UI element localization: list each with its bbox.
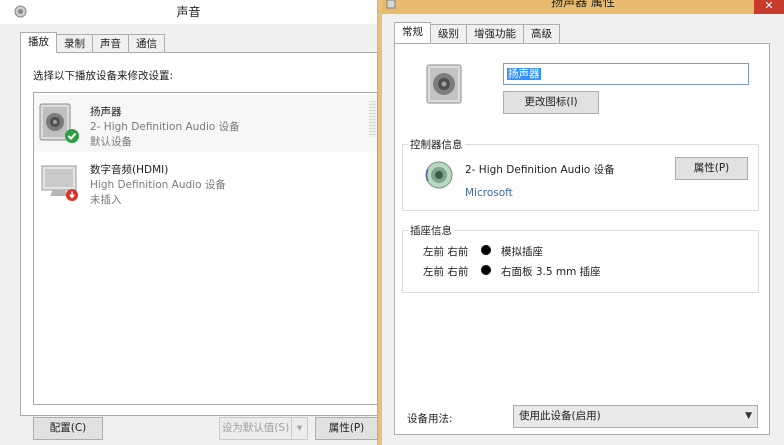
speaker-default-check-icon bbox=[39, 103, 79, 143]
set-default-dropdown-button[interactable]: ▾ bbox=[291, 417, 308, 440]
chevron-down-icon: ▾ bbox=[296, 422, 303, 434]
device-name-value: 扬声器 bbox=[507, 68, 541, 80]
jack-info-group: 插座信息 bbox=[402, 223, 759, 293]
monitor-unplugged-icon bbox=[41, 165, 78, 201]
properties-button[interactable]: 属性(P) bbox=[315, 417, 378, 440]
controller-name: 2- High Definition Audio 设备 bbox=[465, 164, 615, 176]
device-name: 数字音频(HDMI) bbox=[90, 164, 169, 176]
device-name-field[interactable]: 扬声器 bbox=[503, 63, 749, 85]
device-usage-label: 设备用法: bbox=[407, 413, 453, 425]
device-usage-value: 使用此设备(启用) bbox=[519, 410, 601, 422]
jack-position: 左前 右前 bbox=[423, 246, 469, 258]
chevron-down-icon: ▼ bbox=[745, 411, 752, 421]
device-status: 未插入 bbox=[90, 194, 122, 206]
group-title: 控制器信息 bbox=[408, 137, 465, 152]
change-icon-button[interactable]: 更改图标(I) bbox=[503, 91, 599, 114]
window-title: 声音 bbox=[176, 5, 201, 19]
controller-vendor: Microsoft bbox=[465, 187, 513, 199]
window-title: 扬声器 属性 bbox=[551, 0, 615, 9]
group-title: 插座信息 bbox=[408, 223, 454, 238]
close-button[interactable]: ✕ bbox=[754, 0, 784, 14]
device-name: 扬声器 bbox=[90, 106, 122, 118]
jack-dot-icon bbox=[481, 245, 491, 255]
device-description: 2- High Definition Audio 设备 bbox=[90, 121, 240, 133]
device-usage-select[interactable]: 使用此设备(启用) ▼ bbox=[513, 405, 758, 428]
properties-titlebar[interactable]: 扬声器 属性 ✕ bbox=[382, 0, 784, 14]
jack-name: 模拟插座 bbox=[501, 246, 543, 258]
device-list[interactable]: 扬声器 2- High Definition Audio 设备 默认设备 数字音… bbox=[33, 92, 378, 405]
scrollbar[interactable] bbox=[369, 101, 376, 137]
jack-dot-icon bbox=[481, 265, 491, 275]
tab-levels[interactable]: 级别 bbox=[430, 24, 467, 43]
audio-controller-icon bbox=[425, 161, 453, 189]
tab-playback[interactable]: 播放 bbox=[20, 32, 57, 53]
set-default-button[interactable]: 设为默认值(S) bbox=[219, 417, 292, 440]
properties-tabs: 常规 级别 增强功能 高级 bbox=[394, 22, 560, 43]
tab-recording[interactable]: 录制 bbox=[56, 34, 93, 53]
jack-name: 右面板 3.5 mm 插座 bbox=[501, 266, 601, 278]
tab-sounds[interactable]: 声音 bbox=[92, 34, 129, 53]
instruction-text: 选择以下播放设备来修改设置: bbox=[33, 70, 174, 82]
configure-button[interactable]: 配置(C) bbox=[33, 417, 103, 440]
sound-titlebar[interactable]: 声音 bbox=[0, 0, 377, 24]
tab-general[interactable]: 常规 bbox=[394, 22, 431, 43]
sound-tabs: 播放 录制 声音 通信 bbox=[20, 32, 165, 53]
tab-communications[interactable]: 通信 bbox=[128, 34, 165, 53]
tab-advanced[interactable]: 高级 bbox=[523, 24, 560, 43]
list-item[interactable]: 数字音频(HDMI) High Definition Audio 设备 未插入 bbox=[34, 153, 377, 210]
device-status: 默认设备 bbox=[90, 136, 132, 148]
device-description: High Definition Audio 设备 bbox=[90, 179, 226, 191]
list-item[interactable]: 扬声器 2- High Definition Audio 设备 默认设备 bbox=[34, 95, 377, 152]
jack-position: 左前 右前 bbox=[423, 266, 469, 278]
speaker-icon bbox=[426, 64, 462, 104]
tab-enhancements[interactable]: 增强功能 bbox=[466, 24, 524, 43]
controller-properties-button[interactable]: 属性(P) bbox=[675, 157, 748, 180]
close-icon: ✕ bbox=[764, 0, 774, 12]
